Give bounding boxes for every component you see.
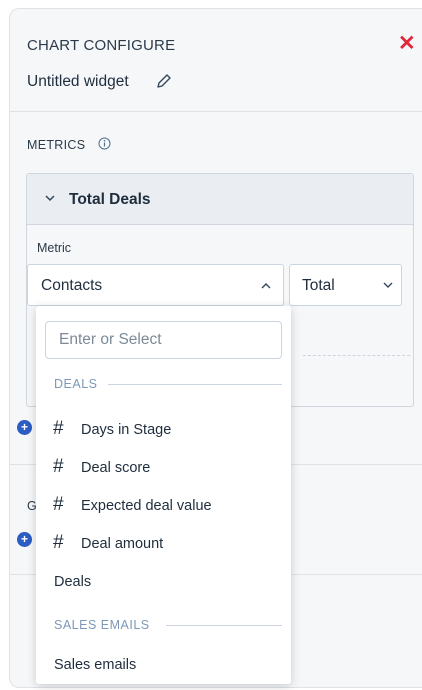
add-group-icon[interactable]: + [17,532,32,547]
metric-field-label: Metric [37,241,72,255]
metric-select-value: Contacts [41,277,103,294]
info-icon[interactable] [98,137,111,150]
panel-title: CHART CONFIGURE [27,37,176,54]
group-label-deals: DEALS [54,377,98,391]
number-icon: # [53,532,64,553]
add-metric-icon[interactable]: + [17,420,32,435]
group-divider [166,625,282,626]
dropdown-option[interactable]: # Deal score [36,449,291,487]
dropdown-option[interactable]: # Deal amount [36,525,291,563]
dashed-divider [303,355,410,356]
metric-card-header[interactable]: Total Deals [27,174,413,225]
pencil-icon[interactable] [155,72,173,90]
metric-select[interactable]: Contacts [27,264,284,306]
aggregation-select[interactable]: Total [289,264,402,306]
dropdown-option[interactable]: # Expected deal value [36,487,291,525]
chevron-up-icon [261,283,271,289]
close-icon[interactable]: ✕ [398,33,416,54]
dropdown-option[interactable]: # Days in Stage [36,411,291,449]
dropdown-option[interactable]: Sales emails [36,646,291,684]
chevron-down-icon [383,282,393,288]
metrics-section-label: METRICS [27,138,86,152]
divider [10,111,422,112]
dropdown-option[interactable]: Deals [36,563,291,601]
metric-card-title: Total Deals [69,191,151,208]
group-label-sales-emails: SALES EMAILS [54,618,150,632]
metric-dropdown: DEALS # Days in Stage # Deal score # Exp… [36,306,291,684]
group-divider [108,384,282,385]
number-icon: # [53,418,64,439]
number-icon: # [53,494,64,515]
widget-name[interactable]: Untitled widget [27,73,129,91]
dropdown-search-input[interactable] [45,321,282,359]
chevron-down-icon [45,195,55,202]
aggregation-select-value: Total [302,277,335,294]
number-icon: # [53,456,64,477]
